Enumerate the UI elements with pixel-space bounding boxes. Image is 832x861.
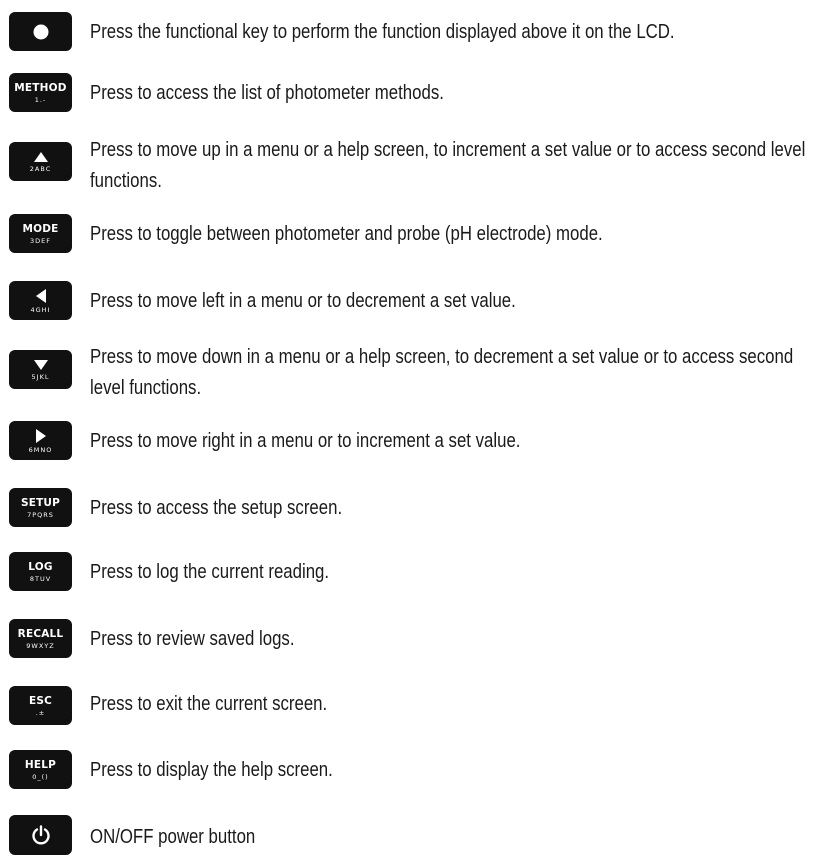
up-key[interactable]: 2ABC [9,142,72,181]
mode-key[interactable]: MODE 3DEF [9,214,72,253]
up-key-sub: 2ABC [29,164,52,173]
setup-key-label: SETUP [20,496,61,509]
esc-key-label: ESC [28,694,53,707]
recall-key[interactable]: RECALL 9WXYZ [9,619,72,658]
mode-key-label: MODE [22,222,59,235]
setup-key[interactable]: SETUP 7PQRS [9,488,72,527]
recall-key-sub: 9WXYZ [26,641,55,650]
power-key-description: ON/OFF power button [90,826,256,848]
mode-key-sub: 3DEF [30,236,51,245]
help-key-label: HELP [24,758,57,771]
left-key-sub: 4GHI [30,305,51,314]
left-arrow-icon [35,288,46,303]
esc-key-sub: .± [35,708,46,717]
right-key[interactable]: 6MNO [9,421,72,460]
right-key-description: Press to move right in a menu or to incr… [90,430,521,452]
log-key[interactable]: LOG 8TUV [9,552,72,591]
down-key-description: Press to move down in a menu or a help s… [90,346,794,399]
help-key[interactable]: HELP 0_() [9,750,72,789]
log-key-sub: 8TUV [29,574,52,583]
method-key[interactable]: METHOD 1.- [9,73,72,112]
right-key-sub: 6MNO [28,445,53,454]
recall-key-label: RECALL [17,627,64,640]
down-key[interactable]: 5JKL [9,350,72,389]
method-key-label: METHOD [14,81,67,94]
right-arrow-icon [35,428,46,443]
down-arrow-icon [33,359,48,370]
setup-key-sub: 7PQRS [27,510,54,519]
power-key[interactable] [9,815,72,855]
left-key-description: Press to move left in a menu or to decre… [90,290,516,312]
esc-key[interactable]: ESC .± [9,686,72,725]
functional-key-description: Press the functional key to perform the … [90,21,675,43]
help-key-sub: 0_() [32,772,49,781]
mode-key-description: Press to toggle between photometer and p… [90,223,603,245]
down-key-sub: 5JKL [31,372,50,381]
esc-key-description: Press to exit the current screen. [90,693,328,715]
power-icon [31,825,50,845]
up-arrow-icon [33,151,48,162]
left-key[interactable]: 4GHI [9,281,72,320]
help-key-description: Press to display the help screen. [90,759,333,781]
functional-key[interactable] [9,12,72,51]
log-key-label: LOG [28,560,53,573]
log-key-description: Press to log the current reading. [90,561,330,583]
circle-icon [33,24,48,39]
setup-key-description: Press to access the setup screen. [90,497,343,519]
method-key-description: Press to access the list of photometer m… [90,82,444,104]
method-key-sub: 1.- [34,95,47,104]
recall-key-description: Press to review saved logs. [90,628,295,650]
up-key-description: Press to move up in a menu or a help scr… [90,139,806,192]
